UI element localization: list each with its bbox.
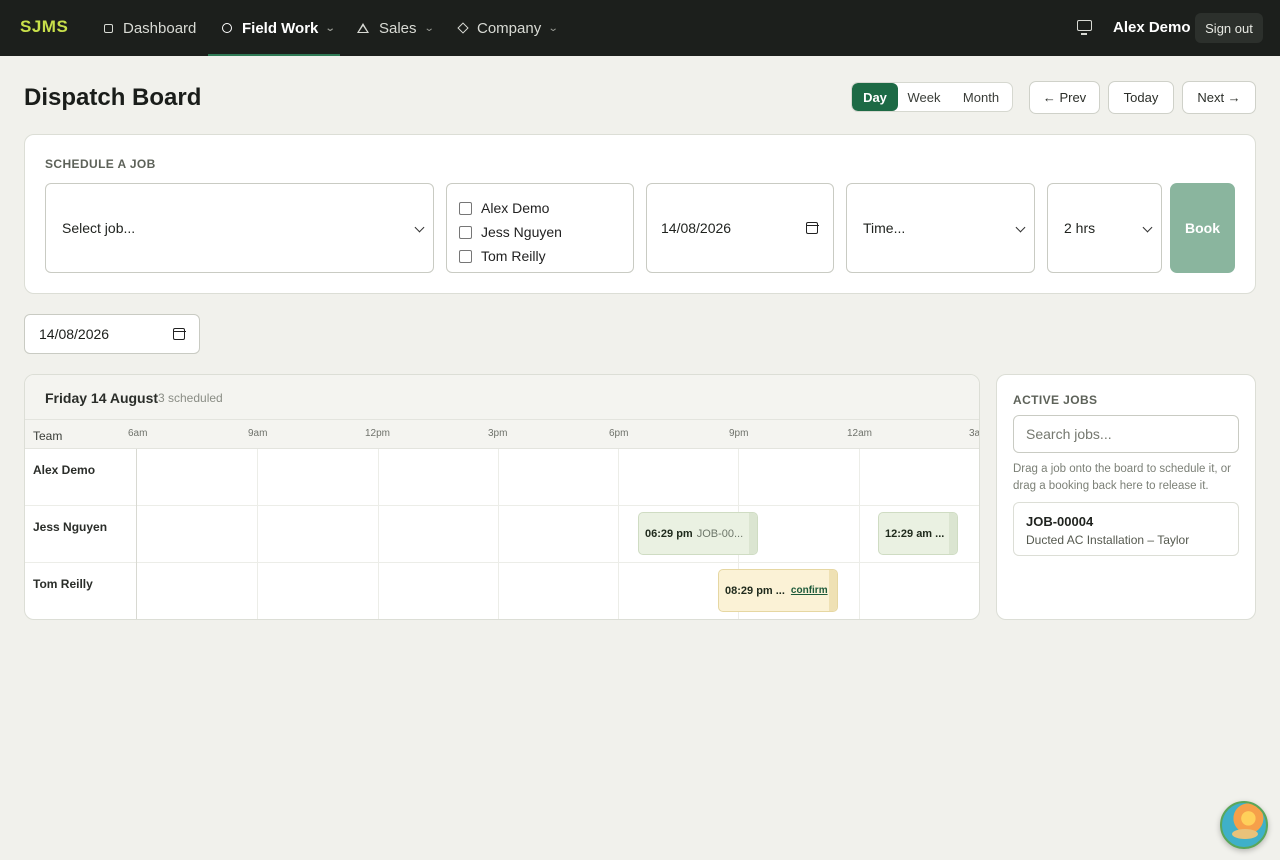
team-checkbox-alex[interactable]: Alex Demo [459,196,633,220]
drag-hint: Drag a job onto the board to schedule it… [1013,463,1232,492]
team-column-header: Team [33,429,63,443]
chevron-down-icon [1142,222,1153,233]
book-button[interactable]: Book [1170,183,1235,273]
hour-gridline [378,449,379,619]
team-checkbox-jess[interactable]: Jess Nguyen [459,220,633,244]
circle-icon [222,23,232,33]
view-switcher: Day Week Month [851,82,1013,112]
time-select[interactable]: Time... [846,183,1035,273]
top-nav: SJMS Dashboard Field Work ⌄ Sales ⌄ Comp… [0,0,1280,56]
nav-company[interactable]: Company ⌄ [457,0,559,56]
active-jobs-title: ACTIVE JOBS [1013,393,1098,407]
team-column-divider [136,449,137,619]
resize-handle[interactable] [749,513,757,554]
row-team-name: Alex Demo [33,463,96,477]
nav-dashboard-label: Dashboard [123,19,197,37]
tick-label: 12pm [365,428,391,439]
schedule-date-value: 14/08/2026 [661,220,732,236]
nav-sales-label: Sales [379,19,417,37]
board-header: Friday 14 August 3 scheduled [25,375,979,420]
checkbox-icon[interactable] [459,249,472,263]
dispatch-board: Friday 14 August 3 scheduled Team 6am 9a… [24,374,980,620]
hour-gridline [859,449,860,619]
board-row: Jess Nguyen [25,506,979,563]
sign-out-button[interactable]: Sign out [1195,13,1263,43]
tick-label: 9am [248,428,268,439]
scheduled-count: 3 scheduled [158,391,223,405]
hour-gridline [618,449,619,619]
resize-handle[interactable] [949,513,957,554]
job-select-value: Select job... [62,220,136,236]
view-day-button[interactable]: Day [852,83,898,111]
confirm-link[interactable]: confirm [791,585,828,596]
job-id: JOB-00004 [1026,514,1094,529]
tick-label: 3am [969,428,980,439]
nav-sales[interactable]: Sales ⌄ [357,0,435,56]
board-row: Alex Demo [25,449,979,506]
active-job-item[interactable]: JOB-00004 Ducted AC Installation – Taylo… [1013,502,1239,556]
team-checkbox-tom[interactable]: Tom Reilly [459,244,633,268]
prev-button[interactable]: ← Prev [1029,81,1100,114]
calendar-icon[interactable] [805,222,819,234]
job-description: Ducted AC Installation – Taylor [1026,533,1190,547]
row-team-name: Jess Nguyen [33,520,108,534]
square-icon [104,23,113,33]
nav-company-label: Company [477,19,542,37]
page-title: Dispatch Board [24,84,202,111]
team-checkbox-label: Jess Nguyen [481,224,562,240]
chevron-down-icon [1015,222,1026,233]
time-ruler: Team 6am 9am 12pm 3pm 6pm 9pm 12am 3am [25,420,980,449]
duration-select[interactable]: 2 hrs [1047,183,1162,273]
time-select-value: Time... [863,220,906,236]
checkbox-icon[interactable] [459,225,472,239]
next-button[interactable]: Next → [1182,81,1256,114]
booking-time: 08:29 pm ... [725,584,785,597]
search-jobs-input[interactable] [1013,415,1239,453]
team-checkbox-label: Alex Demo [481,200,550,216]
schedule-date-field[interactable]: 14/08/2026 [646,183,834,273]
booking-job: JOB-00... [696,527,744,540]
chevron-down-icon: ⌄ [325,22,337,34]
view-month-button[interactable]: Month [950,83,1012,111]
hour-gridline [257,449,258,619]
booking-block-tentative[interactable]: 08:29 pm ... confirm [718,569,838,612]
row-team-name: Tom Reilly [33,577,93,591]
chevron-down-icon [414,222,425,233]
view-week-button[interactable]: Week [898,83,950,111]
team-checkbox-group: Alex Demo Jess Nguyen Tom Reilly [446,183,634,273]
schedule-section-label: SCHEDULE A JOB [45,157,156,171]
duration-select-value: 2 hrs [1064,220,1096,236]
tick-label: 3pm [488,428,508,439]
today-button[interactable]: Today [1108,81,1174,114]
booking-time: 06:29 pm [645,527,693,540]
checkbox-icon[interactable] [459,201,472,215]
user-name: Alex Demo [1113,19,1191,36]
booking-time: 12:29 am ... [885,527,945,540]
job-select[interactable]: Select job... [45,183,434,273]
tick-label: 6pm [609,428,629,439]
assistant-avatar-icon[interactable] [1220,801,1268,849]
calendar-icon[interactable] [172,328,186,340]
board-date-filter[interactable]: 14/08/2026 [24,314,200,354]
chevron-down-icon: ⌄ [423,22,435,34]
triangle-icon [357,23,369,33]
chevron-down-icon: ⌄ [547,22,559,34]
tick-label: 9pm [729,428,749,439]
booking-block[interactable]: 06:29 pm JOB-00... [638,512,758,555]
active-jobs-panel [996,374,1256,620]
brand-logo[interactable]: SJMS [20,17,68,37]
nav-field-work-label: Field Work [242,19,319,37]
board-date-value: 14/08/2026 [39,326,110,342]
hour-gridline [498,449,499,619]
tick-label: 12am [847,428,873,439]
diamond-icon [457,22,469,34]
resize-handle[interactable] [829,570,837,611]
tick-label: 6am [128,428,148,439]
booking-block[interactable]: 12:29 am ... [878,512,958,555]
board-day-label: Friday 14 August [45,390,159,406]
monitor-icon[interactable] [1077,20,1092,35]
nav-dashboard[interactable]: Dashboard [104,0,196,56]
team-checkbox-label: Tom Reilly [481,248,546,264]
nav-field-work[interactable]: Field Work ⌄ [208,0,340,56]
